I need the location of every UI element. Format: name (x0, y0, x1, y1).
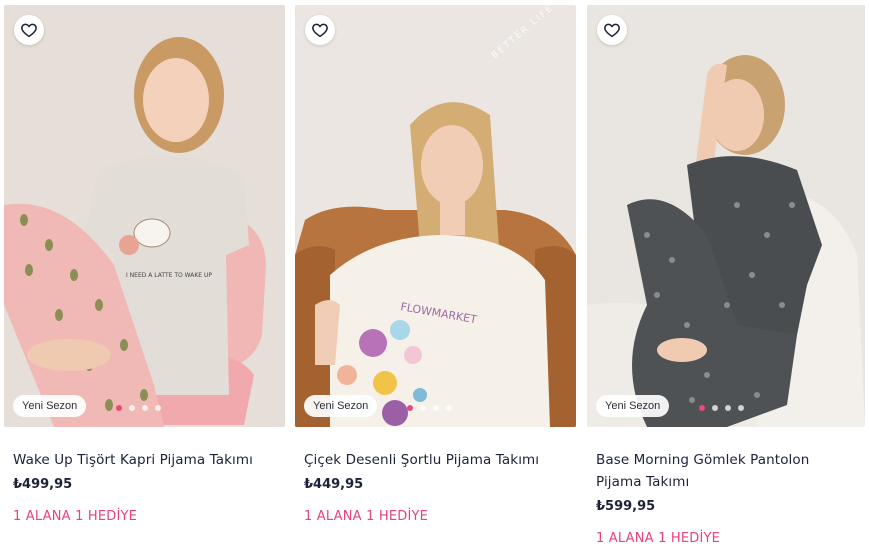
shirt-print: I NEED A LATTE TO WAKE UP (126, 272, 212, 279)
carousel-dots (699, 405, 744, 411)
product-photo[interactable] (587, 5, 865, 427)
new-season-badge: Yeni Sezon (596, 395, 670, 417)
heart-outline-icon (312, 23, 328, 38)
product-price: ₺499,95 (13, 477, 73, 492)
heart-outline-icon (604, 23, 620, 38)
product-price: ₺599,95 (596, 499, 656, 514)
product-name[interactable]: Çiçek Desenli Şortlu Pijama Takımı (304, 449, 567, 471)
carousel-dot[interactable] (420, 405, 426, 411)
product-image-carousel[interactable]: I NEED A LATTE TO WAKE UP Yeni Sezon (4, 5, 285, 427)
promo-label: 1 ALANA 1 HEDİYE (13, 509, 138, 524)
promo-label: 1 ALANA 1 HEDİYE (596, 531, 721, 546)
carousel-dot[interactable] (699, 405, 705, 411)
favorite-button[interactable] (14, 15, 44, 45)
product-photo[interactable]: I NEED A LATTE TO WAKE UP (4, 5, 285, 427)
product-grid: I NEED A LATTE TO WAKE UP Yeni Sezon Wak… (0, 0, 869, 557)
new-season-badge: Yeni Sezon (304, 395, 378, 417)
product-name[interactable]: Base Morning Gömlek Pantolon Pijama Takı… (596, 449, 856, 493)
carousel-dot[interactable] (407, 405, 413, 411)
carousel-dot[interactable] (433, 405, 439, 411)
carousel-dot[interactable] (725, 405, 731, 411)
product-card[interactable]: FLOWMARKET BETTER LIFE Yeni Sezon Çiçek … (295, 5, 576, 524)
carousel-dot[interactable] (116, 405, 122, 411)
carousel-dot[interactable] (142, 405, 148, 411)
product-name[interactable]: Wake Up Tişört Kapri Pijama Takımı (13, 449, 276, 471)
promo-label: 1 ALANA 1 HEDİYE (304, 509, 429, 524)
favorite-button[interactable] (597, 15, 627, 45)
carousel-dot[interactable] (446, 405, 452, 411)
carousel-dot[interactable] (712, 405, 718, 411)
new-season-badge: Yeni Sezon (13, 395, 87, 417)
carousel-dots (116, 405, 161, 411)
product-image-carousel[interactable]: Yeni Sezon (587, 5, 865, 427)
carousel-dot[interactable] (738, 405, 744, 411)
heart-outline-icon (21, 23, 37, 38)
product-card[interactable]: Yeni Sezon Base Morning Gömlek Pantolon … (587, 5, 865, 546)
carousel-dot[interactable] (155, 405, 161, 411)
favorite-button[interactable] (305, 15, 335, 45)
carousel-dot[interactable] (129, 405, 135, 411)
product-price: ₺449,95 (304, 477, 364, 492)
product-card[interactable]: I NEED A LATTE TO WAKE UP Yeni Sezon Wak… (4, 5, 285, 524)
carousel-dots (407, 405, 452, 411)
product-image-carousel[interactable]: FLOWMARKET BETTER LIFE Yeni Sezon (295, 5, 576, 427)
product-photo[interactable]: FLOWMARKET (295, 5, 576, 427)
